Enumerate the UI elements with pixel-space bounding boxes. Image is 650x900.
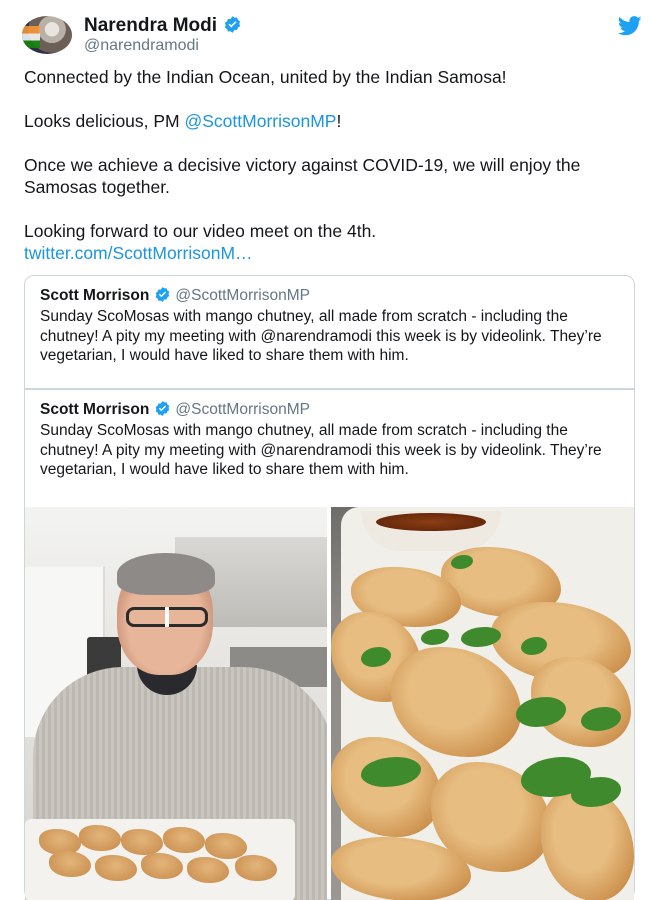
tweet-header: Narendra Modi @narendramodi [22, 14, 642, 58]
tweet-paragraph: Looks delicious, PM @ScottMorrisonMP! [24, 110, 629, 132]
text-segment: Looks delicious, PM [24, 111, 185, 131]
quoted-tweet-header: Scott Morrison @ScottMorrisonMP [40, 286, 310, 308]
tweet-paragraph: Looking forward to our video meet on the… [24, 221, 377, 241]
twitter-bird-icon[interactable] [617, 16, 642, 41]
media-grid [25, 507, 634, 900]
samosa [121, 829, 163, 855]
verified-badge-icon [154, 286, 171, 308]
quoted-tweet-expanded[interactable]: Scott Morrison @ScottMorrisonMP Sunday Sc… [24, 389, 635, 900]
tweet-url-link[interactable]: twitter.com/ScottMorrisonM… [24, 242, 629, 264]
quoted-author-handle[interactable]: @ScottMorrisonMP [175, 401, 310, 418]
text-segment: ! [336, 111, 342, 131]
samosa [163, 827, 205, 853]
quoted-author-handle[interactable]: @ScottMorrisonMP [175, 287, 310, 304]
quoted-tweet[interactable]: Scott Morrison @ScottMorrisonMP Sunday Sc… [24, 275, 635, 389]
tweet-card: Narendra Modi @narendramodi Connected by… [0, 0, 650, 900]
avatar[interactable] [22, 16, 72, 54]
mention-link[interactable]: @ScottMorrisonMP [185, 111, 337, 131]
quoted-tweet-text: Sunday ScoMosas with mango chutney, all … [40, 308, 602, 364]
tweet-text: Connected by the Indian Ocean, united by… [24, 66, 629, 264]
verified-badge-icon [154, 400, 171, 422]
quoted-author-name[interactable]: Scott Morrison [40, 401, 149, 418]
flag-icon [22, 26, 40, 48]
quoted-author-name[interactable]: Scott Morrison [40, 287, 149, 304]
photo-man-with-samosas[interactable] [25, 507, 327, 900]
verified-badge-icon [223, 15, 242, 40]
quoted-tweet-header: Scott Morrison @ScottMorrisonMP [40, 400, 310, 422]
samosa [141, 853, 183, 879]
quoted-tweet-text: Sunday ScoMosas with mango chutney, all … [40, 422, 602, 478]
author-name[interactable]: Narendra Modi [84, 15, 217, 36]
samosa [49, 851, 91, 877]
photo-samosa-plate[interactable] [331, 507, 634, 900]
tweet-paragraph: Connected by the Indian Ocean, united by… [24, 67, 507, 87]
samosa [235, 855, 277, 881]
samosa [95, 855, 137, 881]
mango-chutney [376, 513, 486, 531]
samosa [205, 833, 247, 859]
glasses [126, 607, 208, 627]
person-hair [117, 553, 215, 595]
samosa [79, 825, 121, 851]
samosa [187, 857, 229, 883]
tweet-paragraph: Once we achieve a decisive victory again… [24, 155, 581, 197]
author-handle[interactable]: @narendramodi [84, 37, 199, 55]
